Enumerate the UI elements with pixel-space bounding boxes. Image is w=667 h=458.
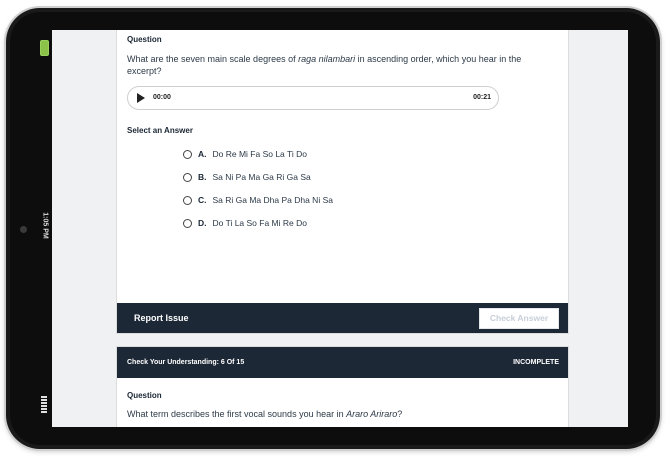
duration: 00:21 — [473, 94, 491, 101]
question-label: Question — [127, 35, 162, 44]
question-card: Question What are the seven main scale d… — [116, 30, 569, 334]
option-text: Do Re Mi Fa So La Ti Do — [212, 149, 307, 159]
current-time: 00:00 — [153, 94, 171, 101]
radio-icon[interactable] — [183, 172, 192, 182]
audio-player[interactable]: 00:00 00:21 — [127, 86, 499, 110]
status-time: 1:05 PM — [41, 212, 49, 239]
radio-icon[interactable] — [183, 195, 192, 205]
option-text: Sa Ri Ga Ma Dha Pa Dha Ni Sa — [212, 195, 333, 205]
question-text: What term describes the first vocal soun… — [127, 409, 403, 419]
camera-icon — [20, 226, 27, 233]
answer-option-a[interactable]: A. Do Re Mi Fa So La Ti Do — [183, 148, 307, 160]
status-badge: INCOMPLETE — [513, 359, 559, 366]
answer-option-d[interactable]: D. Do Ti La So Fa Mi Re Do — [183, 217, 307, 229]
play-icon[interactable] — [137, 93, 145, 103]
check-answer-button[interactable]: Check Answer — [479, 308, 559, 329]
battery-icon — [40, 40, 49, 56]
option-text: Sa Ni Pa Ma Ga Ri Ga Sa — [212, 172, 311, 182]
answer-option-c[interactable]: C. Sa Ri Ga Ma Dha Pa Dha Ni Sa — [183, 194, 333, 206]
next-question-card: Check Your Understanding: 6 Of 15 INCOMP… — [116, 346, 569, 427]
progress-title: Check Your Understanding: 6 Of 15 — [127, 359, 245, 366]
select-answer-label: Select an Answer — [127, 126, 193, 135]
radio-icon[interactable] — [183, 149, 192, 159]
question-term: raga nilambari — [298, 54, 356, 64]
answer-option-b[interactable]: B. Sa Ni Pa Ma Ga Ri Ga Sa — [183, 171, 311, 183]
question-label: Question — [127, 391, 162, 400]
question-text: What are the seven main scale degrees of… — [127, 54, 522, 76]
report-issue-button[interactable]: Report Issue — [134, 313, 189, 323]
question-footer-bar: Report Issue Check Answer — [117, 303, 568, 333]
option-text: Do Ti La So Fa Mi Re Do — [212, 218, 307, 228]
radio-icon[interactable] — [183, 218, 192, 228]
question-term: Araro Ariraro — [346, 409, 398, 419]
progress-header: Check Your Understanding: 6 Of 15 INCOMP… — [117, 347, 568, 378]
screen: Question What are the seven main scale d… — [52, 30, 628, 427]
signal-icon — [41, 396, 47, 418]
